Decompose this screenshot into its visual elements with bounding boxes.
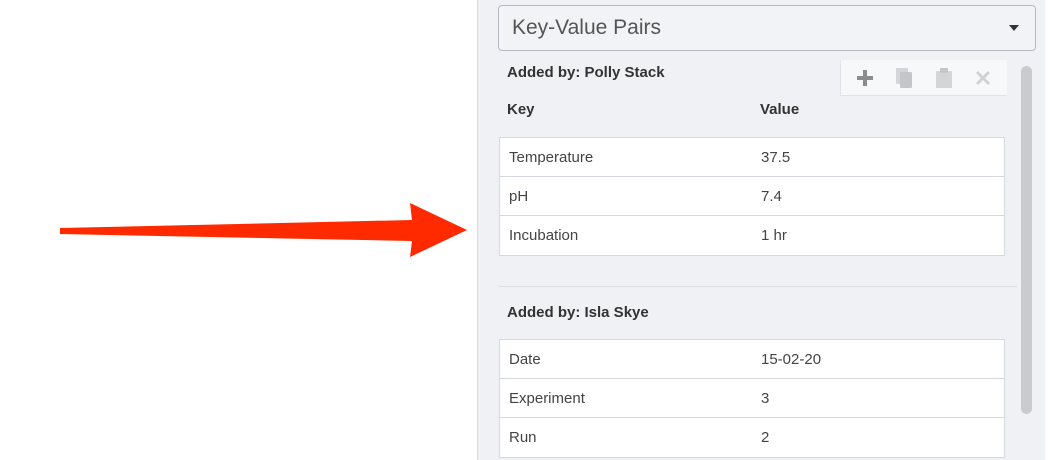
- column-header-value: Value: [760, 101, 800, 118]
- close-icon: [976, 70, 991, 85]
- section-divider: [499, 286, 1017, 287]
- vertical-scrollbar[interactable]: [1018, 62, 1035, 460]
- column-header-key: Key: [507, 101, 535, 118]
- annotation-arrow: [60, 203, 467, 257]
- section-title-isla-skye: Added by: Isla Skye: [507, 304, 649, 321]
- arrow-shape: [60, 203, 467, 257]
- clipboard-icon: [935, 67, 952, 88]
- delete-row-button[interactable]: [969, 64, 997, 92]
- key-value-table-isla-skye: Date 15-02-20 Experiment 3 Run 2: [499, 339, 1005, 458]
- copy-icon: [896, 67, 913, 88]
- view-selector-dropdown[interactable]: Key-Value Pairs: [498, 5, 1036, 51]
- table-row[interactable]: Temperature 37.5: [500, 138, 1004, 177]
- copy-row-button[interactable]: [890, 64, 918, 92]
- row-value: 7.4: [761, 187, 782, 205]
- row-value: 1 hr: [761, 227, 787, 244]
- table-row[interactable]: Run 2: [500, 418, 1004, 457]
- row-key: Date: [509, 350, 541, 368]
- scrollbar-thumb[interactable]: [1021, 66, 1032, 414]
- table-row[interactable]: pH 7.4: [500, 177, 1004, 216]
- key-value-panel: Key-Value Pairs Added by: Polly Stack Ke…: [477, 0, 1045, 460]
- row-key: Experiment: [509, 389, 585, 407]
- add-row-button[interactable]: [851, 64, 879, 92]
- table-row[interactable]: Experiment 3: [500, 379, 1004, 418]
- row-key: Temperature: [509, 148, 594, 166]
- row-key: Incubation: [509, 227, 579, 244]
- chevron-down-icon: [1009, 25, 1019, 31]
- key-value-table-polly-stack: Temperature 37.5 pH 7.4 Incubation 1 hr: [499, 137, 1005, 256]
- table-row[interactable]: Incubation 1 hr: [500, 216, 1004, 255]
- row-value: 37.5: [761, 148, 791, 166]
- row-value: 15-02-20: [761, 350, 822, 368]
- table-row[interactable]: Date 15-02-20: [500, 340, 1004, 379]
- plus-icon: [856, 69, 873, 86]
- section-title-polly-stack: Added by: Polly Stack: [507, 64, 665, 81]
- row-key: pH: [509, 187, 529, 205]
- row-value: 2: [761, 429, 770, 446]
- row-key: Run: [509, 429, 537, 446]
- dropdown-selected-value: Key-Value Pairs: [512, 16, 662, 39]
- row-value: 3: [761, 389, 770, 407]
- paste-row-button[interactable]: [930, 64, 958, 92]
- row-toolbar: [840, 60, 1007, 96]
